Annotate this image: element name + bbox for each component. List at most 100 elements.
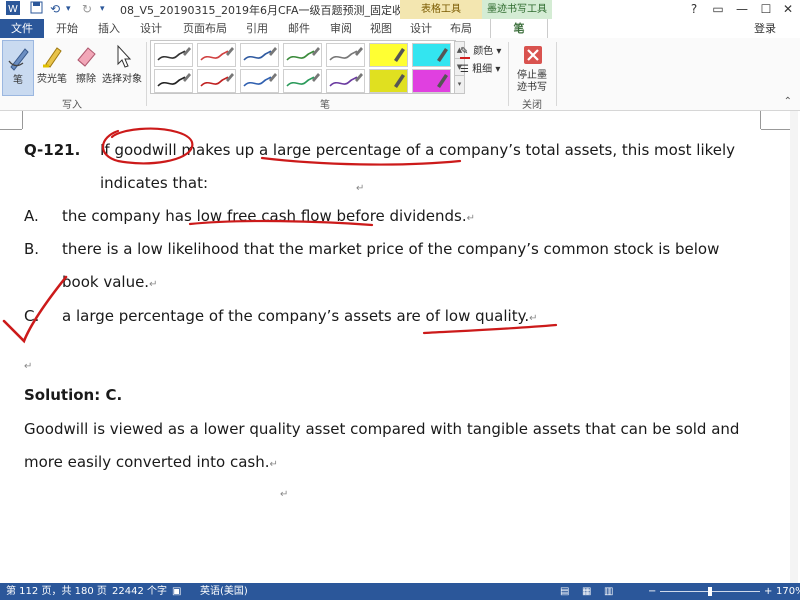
gallery-more-icon[interactable]: ▾ (454, 75, 465, 94)
svg-text:W: W (8, 4, 18, 15)
chevron-down-icon: ▾ (495, 64, 501, 75)
customize-toolbar-icon[interactable]: ▾ (100, 1, 105, 17)
question-text-line: indicates that: (100, 174, 209, 192)
question-number: Q-121. (24, 141, 81, 159)
option-text: book value.↵ (62, 273, 158, 291)
tab-table-layout[interactable]: 布局 (444, 19, 478, 38)
pen-swatch[interactable] (326, 43, 365, 67)
pen-swatch[interactable] (197, 43, 236, 67)
option-text: the company has low free cash flow befor… (62, 207, 476, 225)
cursor-arrow-icon (102, 42, 142, 70)
pen-stroke-icon (157, 47, 191, 61)
zoom-slider-thumb[interactable] (708, 587, 712, 596)
tab-references[interactable]: 引用 (240, 19, 274, 38)
redo-icon[interactable]: ↻ (82, 1, 92, 17)
tab-design[interactable]: 设计 (134, 19, 168, 38)
select-objects-label: 选择对象 (102, 74, 142, 85)
help-button[interactable]: ? (682, 0, 706, 19)
pen-stroke-icon (329, 47, 363, 61)
pen-swatch[interactable] (154, 69, 193, 93)
undo-dropdown-icon[interactable]: ▾ (66, 1, 71, 17)
ribbon-separator (508, 42, 509, 106)
zoom-level[interactable]: 170% (776, 583, 800, 600)
paragraph-mark: ↵ (24, 361, 33, 372)
tab-home[interactable]: 开始 (50, 19, 84, 38)
option-text: a large percentage of the company’s asse… (62, 307, 538, 325)
paragraph-mark: ↵ (466, 213, 476, 224)
highlighter-stroke-icon (437, 74, 448, 88)
maximize-button[interactable]: ☐ (754, 0, 778, 19)
pen-stroke-icon (157, 73, 191, 87)
solution-text-line: more easily converted into cash.↵ (24, 453, 278, 471)
pen-stroke-icon (200, 73, 234, 87)
page-count[interactable]: 第 112 页，共 180 页 (6, 583, 107, 600)
crop-mark (761, 129, 791, 130)
sign-in-link[interactable]: 登录 (754, 19, 776, 38)
stop-inking-icon (512, 42, 552, 70)
tab-page-layout[interactable]: 页面布局 (178, 19, 232, 38)
ribbon-display-button[interactable]: ▭ (706, 0, 730, 19)
pen-swatch[interactable] (197, 69, 236, 93)
pen-swatch[interactable] (154, 43, 193, 67)
web-layout-icon[interactable]: ▥ (604, 583, 613, 600)
print-layout-icon[interactable]: ▦ (582, 583, 591, 600)
pen-stroke-icon (329, 73, 363, 87)
document-page[interactable]: Q-121. If goodwill makes up a large perc… (0, 111, 800, 583)
highlighter-tool-button[interactable]: 荧光笔 (36, 40, 68, 94)
ink-tools-context-label: 墨迹书写工具 (482, 0, 552, 19)
write-group-label: 写入 (62, 100, 82, 111)
highlighter-swatch[interactable] (369, 69, 408, 93)
undo-icon[interactable]: ⟲ (50, 1, 60, 17)
language-indicator[interactable]: 英语(美国) (200, 583, 248, 600)
pen-swatch[interactable] (283, 43, 322, 67)
collapse-ribbon-icon[interactable]: ⌃ (784, 96, 792, 107)
pen-tool-label: 笔 (13, 75, 23, 86)
pen-stroke-icon (286, 73, 320, 87)
save-icon[interactable] (30, 1, 43, 17)
pen-tool-button[interactable]: 笔 (2, 40, 34, 96)
highlighter-swatch[interactable] (412, 43, 451, 67)
proofing-icon[interactable]: ▣ (172, 583, 181, 600)
pens-group-label: 笔 (320, 100, 330, 111)
eraser-tool-button[interactable]: 擦除 (72, 40, 100, 94)
pen-swatch[interactable] (240, 69, 279, 93)
close-group-label: 关闭 (522, 100, 542, 111)
ribbon-separator (146, 42, 147, 106)
status-bar: 第 112 页，共 180 页 22442 个字 ▣ 英语(美国) ▤ ▦ ▥ … (0, 583, 800, 600)
chevron-down-icon: ▾ (496, 46, 502, 57)
stop-inking-button[interactable]: 停止墨迹书写 (512, 40, 552, 94)
tab-file[interactable]: 文件 (0, 19, 44, 38)
pen-swatch[interactable] (240, 43, 279, 67)
pen-swatch[interactable] (326, 69, 365, 93)
tab-table-design[interactable]: 设计 (404, 19, 438, 38)
pen-color-icon: ✎ (460, 46, 470, 59)
tab-mailings[interactable]: 邮件 (282, 19, 316, 38)
pen-swatch[interactable] (283, 69, 322, 93)
highlighter-tool-label: 荧光笔 (37, 74, 67, 85)
option-letter: A. (24, 207, 39, 225)
tab-view[interactable]: 视图 (364, 19, 398, 38)
pen-color-option[interactable]: ✎ 颜色 ▾ (460, 42, 501, 59)
tab-review[interactable]: 审阅 (324, 19, 358, 38)
read-mode-icon[interactable]: ▤ (560, 583, 569, 600)
zoom-in-button[interactable]: + (764, 583, 772, 600)
crop-mark (22, 111, 23, 129)
vertical-scrollbar[interactable] (790, 111, 798, 583)
word-count[interactable]: 22442 个字 (112, 583, 167, 600)
zoom-out-button[interactable]: − (648, 583, 656, 600)
highlighter-stroke-icon (394, 74, 405, 88)
pen-thickness-option[interactable]: ☰ 粗细 ▾ (460, 60, 500, 75)
select-objects-button[interactable]: 选择对象 (102, 40, 142, 94)
tab-pen[interactable]: 笔 (490, 19, 548, 38)
minimize-button[interactable]: — (730, 0, 754, 19)
pen-stroke-icon (286, 47, 320, 61)
close-window-button[interactable]: ✕ (776, 0, 800, 19)
crop-mark (760, 111, 761, 129)
tab-insert[interactable]: 插入 (92, 19, 126, 38)
eraser-tool-label: 擦除 (76, 74, 96, 85)
highlighter-stroke-icon (394, 48, 405, 62)
table-tools-context-label: 表格工具 (400, 0, 482, 19)
highlighter-swatch[interactable] (369, 43, 408, 67)
highlighter-stroke-icon (437, 48, 448, 62)
highlighter-swatch[interactable] (412, 69, 451, 93)
